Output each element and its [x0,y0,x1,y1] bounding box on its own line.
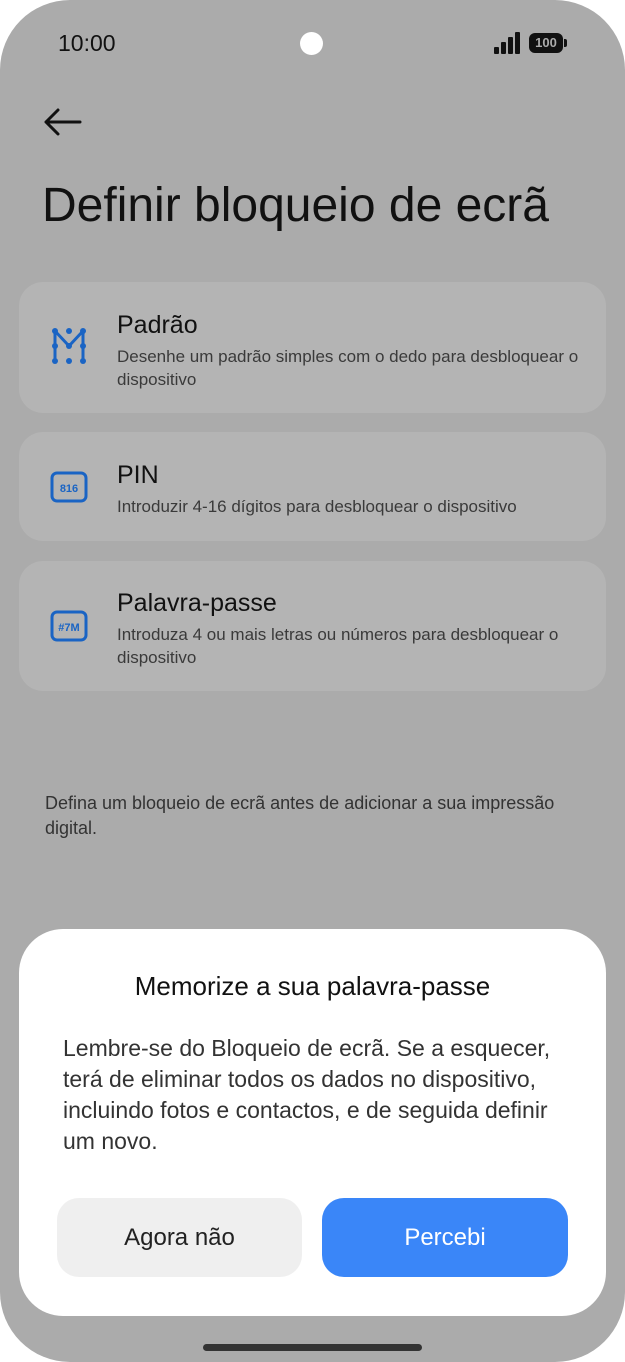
pin-icon: 816 [50,471,88,503]
option-password[interactable]: #7M Palavra-passe Introduza 4 ou mais le… [19,561,606,691]
back-button[interactable] [40,102,86,142]
battery-icon: 100 [529,33,567,53]
pattern-icon [52,328,86,364]
option-pin-title: PIN [117,461,159,489]
option-pattern-title: Padrão [117,311,198,339]
signal-icon [494,32,522,54]
dialog-message: Lembre-se do Bloqueio de ecrã. Se a esqu… [63,1035,551,1154]
password-icon-text: #7M [58,622,79,634]
status-bar: 10:00 100 [0,0,625,86]
home-indicator[interactable] [203,1344,422,1351]
option-pattern-description: Desenhe um padrão simples com o dedo par… [117,347,579,389]
pin-icon-text: 816 [60,483,78,495]
page-title: Definir bloqueio de ecrã [42,179,549,232]
password-reminder-dialog: Memorize a sua palavra-passe Lembre-se d… [19,929,606,1316]
arrow-left-icon [44,108,82,136]
not-now-button[interactable]: Agora não [57,1198,302,1277]
password-icon: #7M [50,610,88,642]
option-password-description: Introduza 4 ou mais letras ou números pa… [117,625,559,667]
camera-cutout [300,32,323,55]
option-password-title: Palavra-passe [117,589,277,617]
dialog-title: Memorize a sua palavra-passe [134,971,491,1001]
option-pin-description: Introduzir 4-16 dígitos para desbloquear… [117,497,517,516]
status-time: 10:00 [58,30,116,56]
got-it-button[interactable]: Percebi [322,1198,568,1277]
option-pattern[interactable]: Padrão Desenhe um padrão simples com o d… [19,282,606,413]
fingerprint-note: Defina um bloqueio de ecrã antes de adic… [45,793,555,838]
phone-screen: 10:00 100 Definir bloqueio de ecrã Padrã… [0,0,625,1362]
option-pin[interactable]: 816 PIN Introduzir 4-16 dígitos para des… [19,432,606,541]
